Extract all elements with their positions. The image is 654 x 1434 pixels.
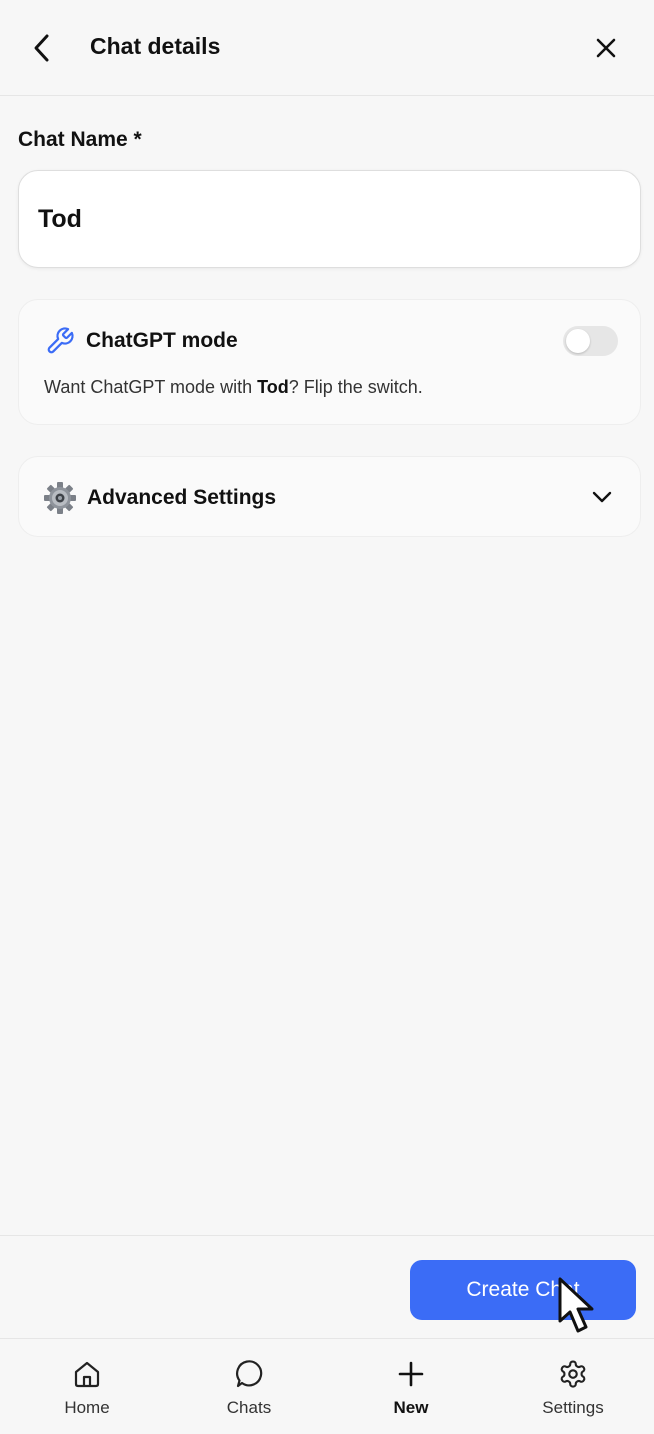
gear-emoji-icon: [44, 482, 76, 514]
page-title: Chat details: [90, 33, 221, 59]
footer-action-bar: Create Chat: [0, 1235, 654, 1338]
home-icon: [74, 1361, 100, 1388]
chevron-left-icon[interactable]: [28, 30, 56, 66]
advanced-settings-toggle[interactable]: Advanced Settings: [18, 456, 641, 537]
close-icon[interactable]: [590, 32, 622, 64]
chatgpt-mode-card: ChatGPT mode Want ChatGPT mode with Tod?…: [18, 299, 641, 425]
nav-home[interactable]: Home: [27, 1339, 147, 1434]
chevron-down-icon: [592, 491, 612, 503]
header: Chat details: [0, 0, 654, 96]
wrench-icon: [47, 327, 74, 354]
plus-icon: [398, 1361, 424, 1387]
chatgpt-mode-title: ChatGPT mode: [86, 329, 238, 352]
toggle-knob: [566, 329, 590, 353]
chat-bubble-icon: [236, 1360, 263, 1388]
gear-icon: [560, 1360, 586, 1388]
nav-settings-label: Settings: [542, 1398, 604, 1417]
nav-chats[interactable]: Chats: [189, 1339, 309, 1434]
nav-settings[interactable]: Settings: [513, 1339, 633, 1434]
chatgpt-mode-toggle[interactable]: [563, 326, 618, 356]
nav-new-label: New: [393, 1398, 429, 1417]
chat-name-label: Chat Name *: [18, 128, 142, 151]
create-chat-button[interactable]: Create Chat: [410, 1260, 636, 1320]
nav-new[interactable]: New: [351, 1339, 471, 1434]
nav-chats-label: Chats: [226, 1398, 272, 1417]
chat-name-input[interactable]: [18, 170, 641, 268]
chatgpt-mode-description: Want ChatGPT mode with Tod? Flip the swi…: [44, 377, 423, 397]
nav-home-label: Home: [64, 1398, 110, 1417]
advanced-settings-title: Advanced Settings: [87, 486, 277, 509]
chat-name-mention: Tod: [257, 377, 289, 397]
bottom-nav: Home Chats New Settings: [0, 1338, 654, 1434]
